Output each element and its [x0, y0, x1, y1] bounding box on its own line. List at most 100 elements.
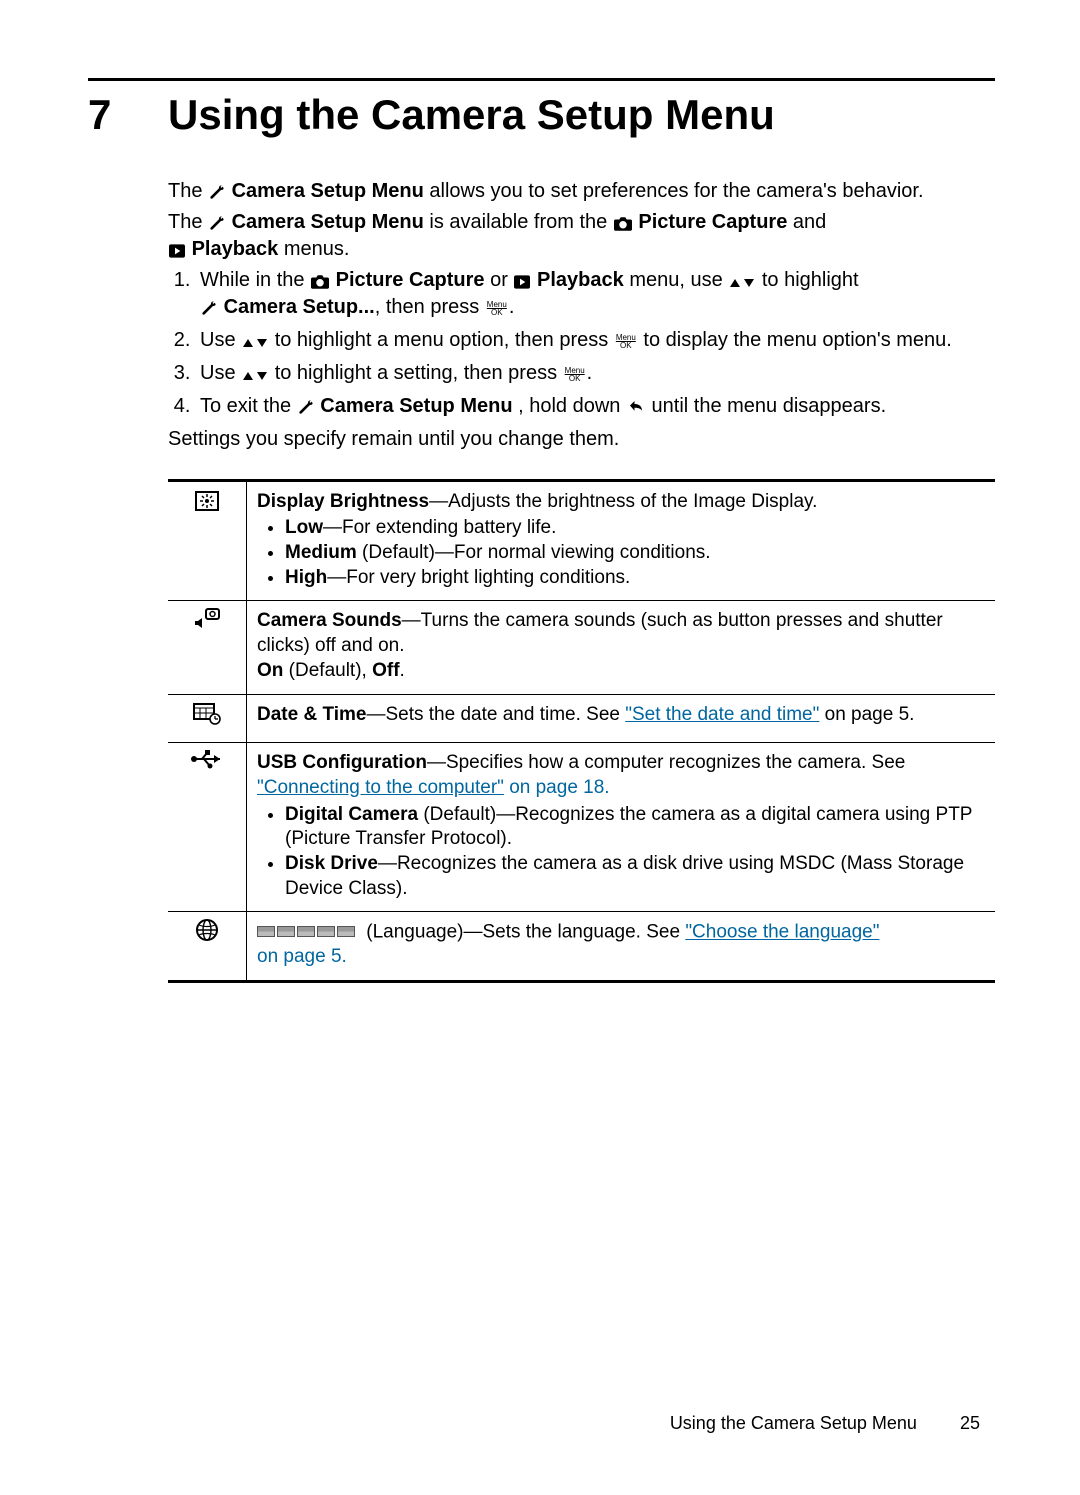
text: The	[168, 180, 208, 202]
menu-ok-icon: MenuOK	[616, 334, 636, 350]
text: —Recognizes the camera as a disk drive u…	[285, 853, 964, 899]
wrench-icon	[298, 399, 314, 415]
usb-icon	[168, 743, 247, 912]
text: (Default)	[357, 542, 435, 563]
footer-page-number: 25	[960, 1411, 980, 1435]
row-camera-sounds: Camera Sounds—Turns the camera sounds (s…	[168, 601, 995, 694]
text: —Adjusts the brightness of the Image Dis…	[429, 491, 817, 512]
camera-icon	[311, 275, 329, 289]
row-usb-config: USB Configuration—Specifies how a comput…	[168, 743, 995, 912]
intro-paragraph-1: The Camera Setup Menu allows you to set …	[168, 178, 995, 205]
option-on: On	[257, 660, 283, 681]
text: The	[168, 211, 208, 233]
date-time-desc: Date & Time—Sets the date and time. See …	[247, 694, 996, 743]
wrench-icon	[209, 215, 225, 231]
wrench-icon	[201, 300, 217, 316]
language-flags-icon	[257, 920, 357, 945]
up-down-arrows-icon	[242, 337, 268, 349]
text: .	[400, 660, 405, 681]
label-picture-capture: Picture Capture	[638, 211, 787, 233]
link-choose-language[interactable]: "Choose the language"	[685, 922, 879, 943]
text: until the menu disappears.	[652, 395, 887, 417]
text: on page 5.	[819, 704, 914, 725]
option-high: High	[285, 567, 327, 588]
text: to highlight	[762, 269, 859, 291]
playback-icon	[514, 275, 530, 289]
row-display-brightness: Display Brightness—Adjusts the brightnes…	[168, 480, 995, 601]
usb-desc: USB Configuration—Specifies how a comput…	[247, 743, 996, 912]
text: on page 5.	[257, 946, 347, 967]
intro-paragraph-2: The Camera Setup Menu is available from …	[168, 209, 995, 263]
text: on page 18.	[504, 777, 610, 798]
text: Use	[200, 329, 241, 351]
step-3: Use to highlight a setting, then press M…	[196, 360, 995, 387]
steps-list: While in the Picture Capture or Playback…	[168, 267, 995, 420]
globe-icon	[168, 912, 247, 982]
text: —Specifies how a computer recognizes the…	[427, 752, 905, 773]
page-footer: Using the Camera Setup Menu 25	[670, 1411, 980, 1435]
text: allows you to set preferences for the ca…	[429, 180, 923, 202]
option-medium: Medium	[285, 542, 357, 563]
back-arrow-icon	[627, 399, 645, 415]
body-content: The Camera Setup Menu allows you to set …	[168, 178, 995, 983]
chapter-title: Using the Camera Setup Menu	[168, 87, 775, 144]
text: To exit the	[200, 395, 297, 417]
text: , then press	[375, 296, 485, 318]
row-date-time: Date & Time—Sets the date and time. See …	[168, 694, 995, 743]
option-disk-drive: Disk Drive	[285, 853, 378, 874]
manual-page: 7 Using the Camera Setup Menu The Camera…	[0, 0, 1080, 1495]
text: to highlight a menu option, then press	[275, 329, 614, 351]
text: (Default)	[418, 804, 496, 825]
label-camera-setup-menu: Camera Setup Menu	[320, 395, 512, 417]
text: menus.	[284, 238, 350, 260]
setting-title: Date & Time	[257, 704, 366, 725]
label-playback: Playback	[537, 269, 624, 291]
text: to display the menu option's menu.	[643, 329, 951, 351]
text: Use	[200, 362, 241, 384]
text: —Sets the language. See	[463, 922, 685, 943]
text: —Sets the date and time. See	[366, 704, 625, 725]
chapter-number: 7	[88, 87, 168, 144]
step-2: Use to highlight a menu option, then pre…	[196, 327, 995, 354]
sounds-icon	[168, 601, 247, 694]
language-desc: (Language)—Sets the language. See "Choos…	[247, 912, 996, 982]
label-camera-setup-menu: Camera Setup Menu	[232, 180, 424, 202]
menu-ok-icon: MenuOK	[487, 301, 507, 317]
menu-ok-icon: MenuOK	[565, 367, 585, 383]
step-1: While in the Picture Capture or Playback…	[196, 267, 995, 321]
text: and	[793, 211, 826, 233]
text: is available from the	[429, 211, 612, 233]
option-digital-camera: Digital Camera	[285, 804, 418, 825]
text: , hold down	[518, 395, 626, 417]
language-label: (Language)	[366, 922, 463, 943]
setting-title: Display Brightness	[257, 491, 429, 512]
setting-title: USB Configuration	[257, 752, 427, 773]
label-camera-setup: Camera Setup...	[224, 296, 375, 318]
label-camera-setup-menu: Camera Setup Menu	[232, 211, 424, 233]
text: to highlight a setting, then press	[275, 362, 563, 384]
text: .	[587, 362, 593, 384]
text: or	[490, 269, 513, 291]
step-4: To exit the Camera Setup Menu , hold dow…	[196, 393, 995, 420]
wrench-icon	[209, 184, 225, 200]
label-picture-capture: Picture Capture	[336, 269, 485, 291]
footer-section: Using the Camera Setup Menu	[670, 1413, 917, 1433]
link-set-date-time[interactable]: "Set the date and time"	[625, 704, 819, 725]
top-rule	[88, 78, 995, 81]
chapter-heading: 7 Using the Camera Setup Menu	[88, 87, 995, 144]
text: .	[509, 296, 515, 318]
link-connecting-computer[interactable]: "Connecting to the computer"	[257, 777, 504, 798]
option-off: Off	[372, 660, 399, 681]
up-down-arrows-icon	[242, 370, 268, 382]
settings-table: Display Brightness—Adjusts the brightnes…	[168, 479, 995, 983]
sounds-desc: Camera Sounds—Turns the camera sounds (s…	[247, 601, 996, 694]
up-down-arrows-icon	[729, 277, 755, 289]
text: While in the	[200, 269, 310, 291]
text: (Default),	[283, 660, 372, 681]
playback-icon	[169, 244, 185, 258]
brightness-desc: Display Brightness—Adjusts the brightnes…	[247, 480, 996, 601]
brightness-icon	[168, 480, 247, 601]
label-playback: Playback	[192, 238, 279, 260]
setting-title: Camera Sounds	[257, 610, 402, 631]
camera-icon	[614, 217, 632, 231]
